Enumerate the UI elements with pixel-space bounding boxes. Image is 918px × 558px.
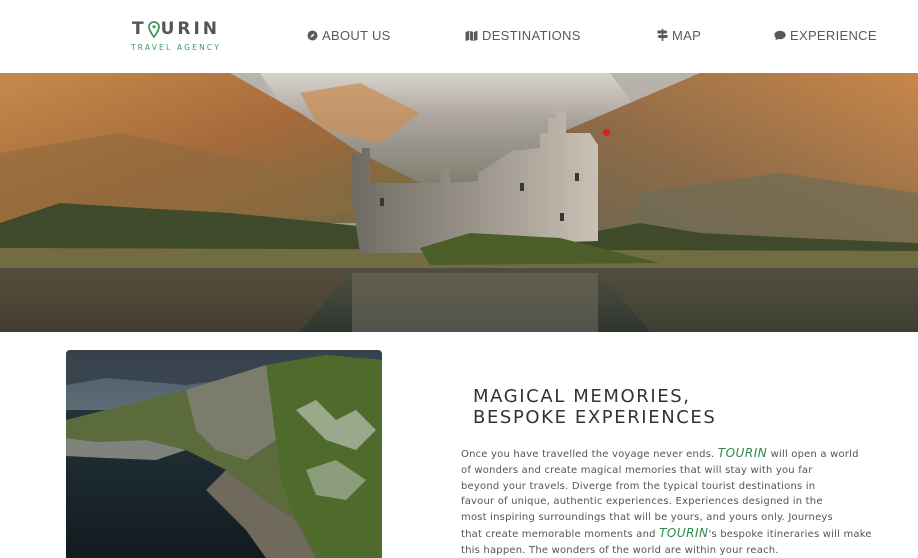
intro-paragraph: Once you have travelled the voyage never…	[461, 446, 881, 558]
coastline-photo	[66, 350, 382, 558]
nav-destinations[interactable]: DESTINATIONS	[465, 27, 581, 43]
map-icon	[465, 30, 478, 41]
chat-bubble-icon	[774, 30, 786, 40]
brand-name: TOURIN	[717, 446, 768, 460]
headline-line-1: MAGICAL MEMORIES,	[473, 386, 691, 407]
paragraph-line: this happen. The wonders of the world ar…	[461, 544, 779, 556]
nav-about-us[interactable]: ABOUT US	[307, 27, 391, 43]
nav-map-label: MAP	[672, 27, 702, 43]
nav-about-us-label: ABOUT US	[322, 27, 391, 43]
location-pin-icon	[147, 20, 160, 38]
paragraph-line: of wonders and create magical memories t…	[461, 464, 813, 476]
nav-experience[interactable]: EXPERIENCE	[774, 27, 877, 43]
red-marker-dot	[603, 129, 610, 136]
signpost-icon	[657, 29, 668, 41]
coastline-image	[66, 350, 382, 558]
brand-name: TOURIN	[659, 525, 709, 540]
compass-icon	[307, 30, 318, 40]
site-header: T URIN TRAVEL AGENCY ABOUT US DESTINATIO…	[0, 0, 918, 73]
paragraph-line: Once you have travelled the voyage never…	[461, 446, 859, 460]
headline: MAGICAL MEMORIES, BESPOKE EXPERIENCES	[473, 386, 716, 428]
headline-line-2: BESPOKE EXPERIENCES	[473, 407, 717, 428]
nav-experience-label: EXPERIENCE	[790, 27, 877, 43]
logo-wordmark: T URIN	[131, 19, 221, 39]
paragraph-line: beyond your travels. Diverge from the ty…	[461, 480, 816, 492]
hero-image	[0, 73, 918, 332]
paragraph-line: most inspiring surroundings that will be…	[461, 512, 833, 524]
logo[interactable]: T URIN TRAVEL AGENCY	[128, 19, 224, 52]
nav-map[interactable]: MAP	[657, 27, 701, 43]
nav-destinations-label: DESTINATIONS	[482, 27, 581, 43]
paragraph-line: that create memorable moments and TOURIN…	[461, 525, 872, 540]
paragraph-line: favour of unique, authentic experiences.…	[461, 496, 823, 508]
hero-banner	[0, 73, 918, 332]
logo-tagline: TRAVEL AGENCY	[130, 43, 222, 52]
